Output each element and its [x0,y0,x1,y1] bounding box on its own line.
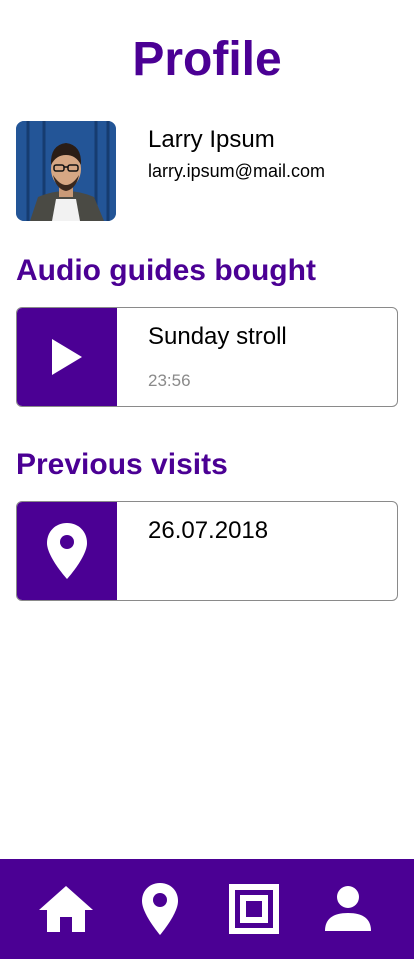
profile-summary: Larry Ipsum larry.ipsum@mail.com [16,121,398,221]
user-name: Larry Ipsum [148,126,275,153]
user-icon [325,886,371,931]
section-title-audio-guides: Audio guides bought [16,254,316,287]
nav-scan[interactable] [224,881,284,937]
page-title: Profile [132,33,282,86]
section-title-previous-visits: Previous visits [16,448,228,481]
user-email: larry.ipsum@mail.com [148,161,325,181]
visit-thumbnail [17,502,117,600]
nav-home[interactable] [36,881,96,937]
profile-screen: Profile Larry Ipsum larry.ipsum@mail.com… [0,0,414,959]
audio-guide-title: Sunday stroll [148,323,287,350]
nav-profile[interactable] [318,881,378,937]
play-icon [52,339,82,375]
location-pin-icon [142,883,178,935]
nav-map[interactable] [130,881,190,937]
audio-guide-card[interactable]: Sunday stroll 23:56 [16,307,398,407]
bottom-navigation [0,859,414,959]
visit-date: 26.07.2018 [148,517,269,544]
audio-guide-thumbnail[interactable] [17,308,117,406]
qr-scan-icon [229,884,279,934]
location-pin-icon [47,523,87,579]
profile-photo [16,121,116,221]
avatar [16,121,116,221]
visit-card[interactable]: 26.07.2018 [16,501,398,601]
home-icon [39,886,93,932]
audio-guide-duration: 23:56 [148,371,191,390]
